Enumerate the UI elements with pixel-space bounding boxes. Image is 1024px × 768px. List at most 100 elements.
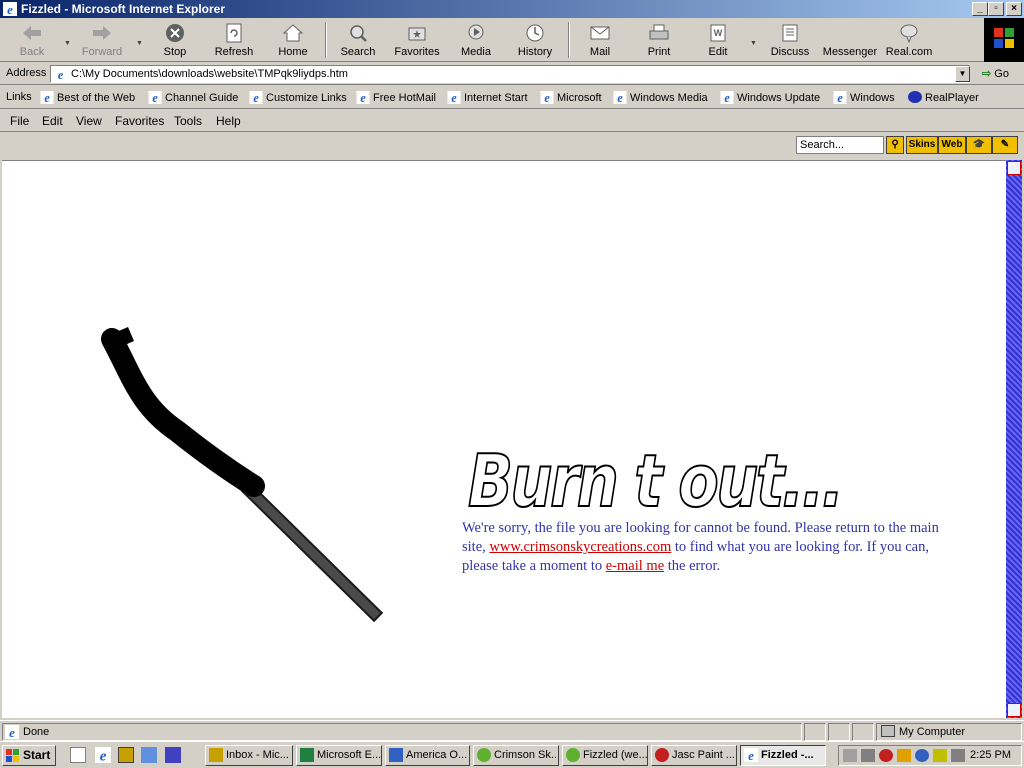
link-channel-guide[interactable]: Channel Guide — [148, 91, 238, 104]
forward-dropdown-icon[interactable]: ▼ — [136, 40, 143, 47]
start-button[interactable]: Start — [2, 745, 56, 766]
task-label: America O... — [406, 749, 468, 761]
history-icon — [526, 24, 544, 42]
tray-scheduler-icon[interactable] — [933, 749, 947, 762]
address-bar: Address C:\My Documents\downloads\websit… — [0, 63, 1024, 85]
address-label: Address — [6, 67, 47, 79]
title-bar[interactable]: Fizzled - Microsoft Internet Explorer _ … — [0, 0, 1024, 18]
quicklaunch-clock-icon[interactable] — [118, 747, 134, 763]
tray-utility-icon[interactable] — [897, 749, 911, 762]
tray-antivirus-icon[interactable] — [879, 749, 893, 762]
favorites-button[interactable]: Favorites — [389, 21, 445, 61]
quicklaunch-desktop-icon[interactable] — [141, 747, 157, 763]
back-dropdown-icon[interactable]: ▼ — [64, 40, 71, 47]
graduation-cap-icon[interactable]: 🎓 — [966, 136, 992, 154]
scroll-down-icon[interactable] — [1007, 703, 1021, 717]
edit-dropdown-icon[interactable]: ▼ — [750, 40, 757, 47]
favorites-folder-icon — [408, 27, 426, 41]
task-jasc-paint[interactable]: Jasc Paint ... — [651, 745, 737, 766]
task-microsoft-excel[interactable]: Microsoft E... — [296, 745, 382, 766]
address-input[interactable]: C:\My Documents\downloads\website\TMPqk9… — [50, 65, 970, 83]
menu-file[interactable]: File — [10, 114, 29, 128]
history-button[interactable]: History — [507, 21, 563, 61]
stop-icon — [166, 24, 184, 42]
home-icon — [282, 24, 304, 42]
task-fizzled-ie[interactable]: Fizzled -... — [740, 745, 826, 766]
tray-volume-icon[interactable] — [951, 749, 965, 762]
outlook-icon — [209, 748, 223, 762]
link-customize-links[interactable]: Customize Links — [249, 91, 347, 104]
link-best-of-the-web[interactable]: Best of the Web — [40, 91, 135, 104]
standard-toolbar: Back ▼ Forward ▼ Stop Refresh Home Searc… — [0, 18, 1024, 62]
search-icon — [350, 25, 367, 42]
close-button[interactable]: × — [1006, 2, 1022, 16]
history-label: History — [517, 46, 553, 58]
link-windows-update[interactable]: Windows Update — [720, 91, 820, 104]
mail-button[interactable]: Mail — [572, 21, 628, 61]
site-link[interactable]: www.crimsonskycreations.com — [489, 539, 671, 555]
status-panel — [852, 723, 874, 741]
link-label: Windows — [850, 92, 895, 104]
link-internet-start[interactable]: Internet Start — [447, 91, 528, 104]
email-link[interactable]: e-mail me — [606, 558, 664, 574]
task-inbox[interactable]: Inbox - Mic... — [205, 745, 293, 766]
stop-button[interactable]: Stop — [147, 21, 203, 61]
menu-tools[interactable]: Tools — [174, 114, 202, 128]
discuss-button[interactable]: Discuss — [762, 21, 818, 61]
minimize-button[interactable]: _ — [972, 2, 988, 16]
tray-printer-icon[interactable] — [861, 749, 875, 762]
go-button[interactable]: ⇨ Go — [982, 67, 1009, 80]
tray-messenger-icon[interactable] — [915, 749, 929, 762]
skins-button[interactable]: Skins — [906, 136, 938, 154]
search-button[interactable]: Search — [330, 21, 386, 61]
home-button[interactable]: Home — [265, 21, 321, 61]
forward-button[interactable]: Forward — [74, 21, 130, 61]
address-value: C:\My Documents\downloads\website\TMPqk9… — [71, 68, 348, 80]
search-go-button[interactable]: ⚲ — [886, 136, 904, 154]
my-computer-icon — [881, 725, 895, 737]
realcom-button[interactable]: Real.com — [880, 21, 938, 61]
page-content: Burn t out... We're sorry, the file you … — [2, 160, 1006, 718]
task-crimson-sky[interactable]: Crimson Sk... — [473, 745, 559, 766]
link-windows[interactable]: Windows — [833, 91, 895, 104]
menu-favorites[interactable]: Favorites — [115, 114, 164, 128]
task-america-online[interactable]: America O... — [385, 745, 470, 766]
web-button[interactable]: Web — [938, 136, 966, 154]
links-label: Links — [6, 91, 32, 103]
messenger-button[interactable]: Messenger — [820, 21, 880, 61]
quicklaunch-ie-icon[interactable] — [95, 747, 111, 763]
vertical-scrollbar[interactable] — [1006, 160, 1022, 718]
media-icon — [468, 24, 484, 40]
windows-flag-icon — [6, 749, 19, 762]
menu-edit[interactable]: Edit — [42, 114, 63, 128]
highlighter-icon[interactable]: ✎ — [992, 136, 1018, 154]
link-windows-media[interactable]: Windows Media — [613, 91, 708, 104]
link-microsoft[interactable]: Microsoft — [540, 91, 602, 104]
clock[interactable]: 2:25 PM — [970, 749, 1011, 761]
search-input[interactable]: Search... — [796, 136, 884, 154]
media-button[interactable]: Media — [448, 21, 504, 61]
discuss-icon — [782, 24, 798, 42]
forward-arrow-icon — [93, 26, 111, 40]
media-label: Media — [461, 46, 491, 58]
link-free-hotmail[interactable]: Free HotMail — [356, 91, 436, 104]
quicklaunch-media-icon[interactable] — [165, 747, 181, 763]
menu-help[interactable]: Help — [216, 114, 241, 128]
tray-network-icon[interactable] — [843, 749, 857, 762]
scroll-up-icon[interactable] — [1007, 161, 1021, 175]
quicklaunch-outlook-icon[interactable] — [70, 747, 86, 763]
print-button[interactable]: Print — [631, 21, 687, 61]
address-dropdown-button[interactable]: ▼ — [955, 66, 970, 82]
link-realplayer[interactable]: RealPlayer — [908, 91, 979, 104]
menu-view[interactable]: View — [76, 114, 102, 128]
task-fizzled-web[interactable]: Fizzled (we... — [562, 745, 648, 766]
favorites-label: Favorites — [394, 46, 440, 58]
back-button[interactable]: Back — [4, 21, 60, 61]
refresh-button[interactable]: Refresh — [206, 21, 262, 61]
edit-button[interactable]: W Edit — [690, 21, 746, 61]
maximize-button[interactable]: ▫ — [988, 2, 1004, 16]
printer-icon — [649, 24, 669, 40]
status-panel — [828, 723, 850, 741]
edit-label: Edit — [708, 46, 728, 58]
status-text: Done — [23, 726, 50, 738]
